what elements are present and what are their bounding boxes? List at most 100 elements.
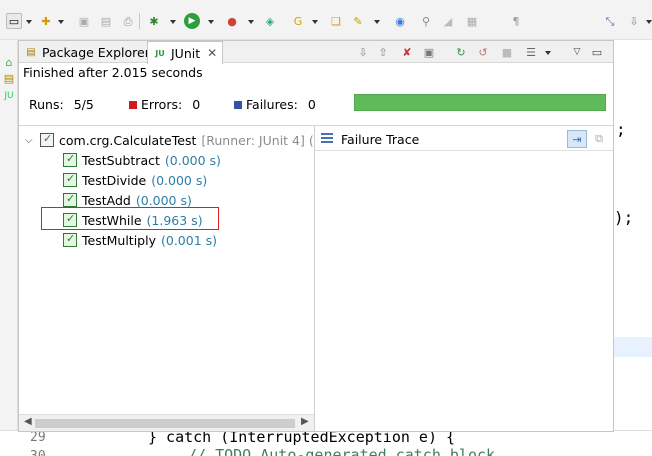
new-file-icon[interactable]: ✚ — [38, 13, 54, 29]
new-menu-icon[interactable]: ▭ — [6, 13, 22, 29]
test-passed-icon — [63, 192, 77, 207]
test-name: TestDivide — [82, 172, 147, 188]
line-number: 30 — [30, 449, 46, 456]
rerun-icon[interactable]: ↻ — [453, 44, 469, 60]
test-passed-icon — [63, 232, 77, 247]
test-name: TestMultiply — [82, 232, 156, 248]
error-icon — [129, 100, 137, 109]
view-menu-icon[interactable]: ▽ — [569, 44, 585, 60]
debug-icon[interactable]: ✱ — [146, 13, 162, 29]
previous-failure-icon[interactable]: ⇧ — [375, 44, 391, 60]
progress-bar — [354, 94, 606, 111]
toolbar-separator — [139, 13, 140, 29]
suite-name: com.crg.CalculateTest — [59, 132, 197, 148]
test-name: TestAdd — [82, 192, 131, 208]
test-time: (0.000 s) — [164, 152, 221, 168]
editor-bottom-lines: 29 } catch (InterruptedException e) { 30… — [0, 430, 652, 456]
print-icon[interactable]: ⎙ — [120, 13, 136, 29]
tab-label: JUnit — [171, 45, 201, 61]
chevron-down-icon[interactable] — [646, 20, 652, 24]
paragraph-icon[interactable]: ¶ — [508, 13, 524, 29]
test-time: (0.001 s) — [160, 232, 218, 248]
runs-label: Runs: — [29, 97, 64, 112]
current-line-highlight — [614, 337, 652, 357]
errors-value: 0 — [192, 97, 201, 112]
history-icon[interactable]: ☰ — [523, 44, 539, 60]
failure-trace-header: Failure Trace ⇥ ⧉ — [315, 125, 613, 151]
chevron-down-icon[interactable]: ⌵ — [25, 135, 35, 146]
tree-test-row[interactable]: TestMultiply (0.001 s) — [63, 230, 217, 250]
chevron-down-icon[interactable] — [26, 20, 32, 24]
chevron-down-icon[interactable] — [170, 20, 176, 24]
show-failures-only-icon[interactable]: ✘ — [399, 44, 415, 60]
package-explorer-icon[interactable]: ▤ — [1, 70, 17, 86]
failure-icon — [234, 100, 242, 109]
junit-icon[interactable]: JU — [1, 88, 17, 104]
test-time: (0.000 s) — [135, 192, 192, 208]
chevron-down-icon[interactable] — [208, 20, 214, 24]
mark-occurrences-icon[interactable]: ▦ — [464, 13, 480, 29]
view-tabs: ▤ Package Explorer JU JUnit ✕ ⇩ ⇧ ✘ ▣ ↻ … — [19, 41, 613, 64]
tab-junit[interactable]: JU JUnit ✕ — [147, 41, 224, 64]
chevron-down-icon[interactable] — [58, 20, 64, 24]
code-line: // TODO Auto-generated catch block — [188, 446, 496, 456]
scrollbar-thumb[interactable] — [35, 419, 295, 428]
scroll-right-icon[interactable]: ▶ — [301, 416, 309, 427]
code-fragment: ; — [616, 120, 626, 139]
tab-package-explorer[interactable]: ▤ Package Explorer — [19, 41, 155, 63]
pen-icon[interactable]: ✎ — [350, 13, 366, 29]
failures-value: 0 — [307, 97, 316, 112]
editor-background — [614, 40, 652, 456]
run-status: Finished after 2.015 seconds — [23, 65, 203, 80]
code-line: } catch (InterruptedException e) { — [148, 430, 456, 446]
web-icon[interactable]: ◉ — [392, 13, 408, 29]
run-config-icon[interactable]: ● — [224, 13, 240, 29]
nav-icon[interactable]: ⇩ — [626, 13, 642, 29]
test-suite-icon — [40, 132, 54, 147]
save-all-icon[interactable]: ▤ — [98, 13, 114, 29]
new-class-icon[interactable]: ◈ — [262, 13, 278, 29]
hierarchy-icon[interactable]: ⌂ — [1, 54, 17, 70]
suite-runner: [Runner: JUnit 4] (1.9 — [201, 132, 314, 148]
filter-stack-trace-icon[interactable]: ⇥ — [567, 130, 587, 148]
line-number: 29 — [30, 430, 46, 445]
failures-counter: Failures: 0 — [234, 97, 316, 112]
new-package-icon[interactable]: G — [290, 13, 306, 29]
test-name: TestSubtract — [82, 152, 160, 168]
chevron-down-icon[interactable] — [545, 51, 551, 55]
errors-counter: Errors: 0 — [129, 97, 200, 112]
tree-suite-row[interactable]: ⌵ com.crg.CalculateTest [Runner: JUnit 4… — [25, 130, 314, 150]
tree-test-row[interactable]: TestDivide (0.000 s) — [63, 170, 207, 190]
test-tree[interactable]: ⌵ com.crg.CalculateTest [Runner: JUnit 4… — [19, 125, 315, 431]
run-icon[interactable]: ▶ — [184, 13, 200, 29]
tree-test-row[interactable]: TestSubtract (0.000 s) — [63, 150, 221, 170]
minimize-icon[interactable]: ▭ — [589, 44, 605, 60]
runs-value: 5/5 — [73, 97, 94, 112]
rerun-failed-first-icon[interactable]: ↺ — [475, 44, 491, 60]
scroll-left-icon[interactable]: ◀ — [24, 416, 32, 427]
junit-icon: JU — [155, 48, 165, 58]
package-explorer-icon: ▤ — [26, 46, 36, 58]
highlight-box — [41, 207, 219, 230]
test-passed-icon — [63, 172, 77, 187]
toggle-icon[interactable]: ◢ — [440, 13, 456, 29]
chevron-down-icon[interactable] — [374, 20, 380, 24]
scroll-lock-icon[interactable]: ▣ — [421, 44, 437, 60]
left-trim: ⌂ ▤ JU — [0, 40, 18, 456]
stop-icon[interactable]: ■ — [499, 44, 515, 60]
errors-label: Errors: — [141, 97, 183, 112]
open-folder-icon[interactable]: ❏ — [328, 13, 344, 29]
close-icon[interactable]: ✕ — [207, 46, 217, 60]
next-failure-icon[interactable]: ⇩ — [355, 44, 371, 60]
pin-icon[interactable]: ⤡ — [602, 13, 618, 29]
save-icon[interactable]: ▣ — [76, 13, 92, 29]
compare-result-icon[interactable]: ⧉ — [589, 130, 609, 148]
horizontal-scrollbar[interactable]: ◀ ▶ — [19, 414, 314, 431]
chevron-down-icon[interactable] — [248, 20, 254, 24]
test-passed-icon — [63, 152, 77, 167]
stack-trace-icon — [321, 133, 333, 143]
chevron-down-icon[interactable] — [312, 20, 318, 24]
code-fragment: ); — [614, 208, 634, 227]
search-icon[interactable]: ⚲ — [418, 13, 434, 29]
failure-trace-title: Failure Trace — [341, 132, 420, 147]
